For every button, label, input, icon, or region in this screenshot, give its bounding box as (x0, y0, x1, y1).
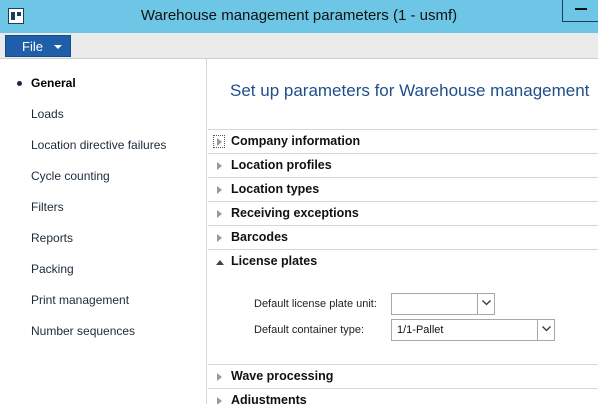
chevron-down-icon (482, 300, 491, 306)
dropdown-button[interactable] (537, 320, 554, 340)
expand-arrow-icon (213, 135, 225, 148)
fasttab-label: Location types (231, 182, 320, 196)
file-menu-label: File (22, 39, 43, 54)
default-license-plate-unit-dropdown[interactable] (391, 293, 495, 315)
fasttab-license-plates[interactable]: License plates (208, 249, 598, 273)
sidebar: General Loads Location directive failure… (0, 59, 207, 404)
fasttab-label: Location profiles (231, 158, 332, 172)
default-container-type-label: Default container type: (254, 324, 365, 336)
expand-arrow-icon (217, 234, 222, 242)
chevron-down-icon (542, 326, 551, 332)
sidebar-item-label: Filters (31, 200, 64, 214)
sidebar-item-reports[interactable]: Reports (31, 231, 73, 245)
expand-arrow-icon (217, 397, 222, 404)
sidebar-item-location-directive-failures[interactable]: Location directive failures (31, 138, 166, 152)
dropdown-value: 1/1-Pallet (397, 324, 444, 336)
minimize-button[interactable] (562, 0, 598, 22)
sidebar-item-label: Packing (31, 262, 74, 276)
sidebar-item-number-sequences[interactable]: Number sequences (31, 324, 135, 338)
sidebar-item-label: Reports (31, 231, 74, 245)
fasttab-location-types[interactable]: Location types (208, 177, 598, 201)
minimize-icon (575, 8, 587, 10)
fasttab-label: Barcodes (231, 230, 288, 244)
selected-bullet-icon (17, 81, 22, 86)
sidebar-item-filters[interactable]: Filters (31, 200, 64, 214)
menu-bar: File (0, 33, 598, 59)
sidebar-item-cycle-counting[interactable]: Cycle counting (31, 169, 110, 183)
fasttab-label: Adjustments (231, 393, 307, 404)
sidebar-item-label: Location directive failures (31, 138, 167, 152)
fasttab-wave-processing[interactable]: Wave processing (208, 364, 598, 388)
sidebar-item-label: Cycle counting (31, 169, 110, 183)
chevron-down-icon (54, 45, 62, 49)
sidebar-item-loads[interactable]: Loads (31, 107, 64, 121)
default-container-type-dropdown[interactable]: 1/1-Pallet (391, 319, 555, 341)
fasttab-location-profiles[interactable]: Location profiles (208, 153, 598, 177)
dropdown-button[interactable] (477, 294, 494, 314)
sidebar-item-label: General (31, 76, 76, 90)
sidebar-item-label: Loads (31, 107, 64, 121)
fasttab-barcodes[interactable]: Barcodes (208, 225, 598, 249)
default-license-plate-unit-label: Default license plate unit: (254, 298, 377, 310)
sidebar-item-label: Number sequences (31, 324, 136, 338)
fasttab-label: Receiving exceptions (231, 206, 359, 220)
collapse-arrow-icon (216, 260, 224, 265)
sidebar-item-print-management[interactable]: Print management (31, 293, 129, 307)
expand-arrow-icon (217, 210, 222, 218)
fasttab-company-information[interactable]: Company information (208, 129, 598, 153)
expand-arrow-icon (217, 186, 222, 194)
sidebar-item-packing[interactable]: Packing (31, 262, 74, 276)
window-title: Warehouse management parameters (1 - usm… (140, 7, 458, 24)
fasttab-adjustments[interactable]: Adjustments (208, 388, 598, 404)
fasttab-label: Company information (231, 134, 361, 148)
fasttab-receiving-exceptions[interactable]: Receiving exceptions (208, 201, 598, 225)
main-content: Set up parameters for Warehouse manageme… (208, 59, 598, 404)
expand-arrow-icon (217, 162, 222, 170)
page-title: Set up parameters for Warehouse manageme… (230, 81, 590, 100)
fasttab-label: License plates (231, 254, 318, 268)
title-bar: Warehouse management parameters (1 - usm… (0, 0, 598, 33)
sidebar-item-general[interactable]: General (17, 76, 76, 90)
file-menu-button[interactable]: File (5, 35, 71, 57)
sidebar-item-label: Print management (31, 293, 130, 307)
expand-arrow-icon (217, 373, 222, 381)
fasttab-label: Wave processing (231, 369, 334, 383)
